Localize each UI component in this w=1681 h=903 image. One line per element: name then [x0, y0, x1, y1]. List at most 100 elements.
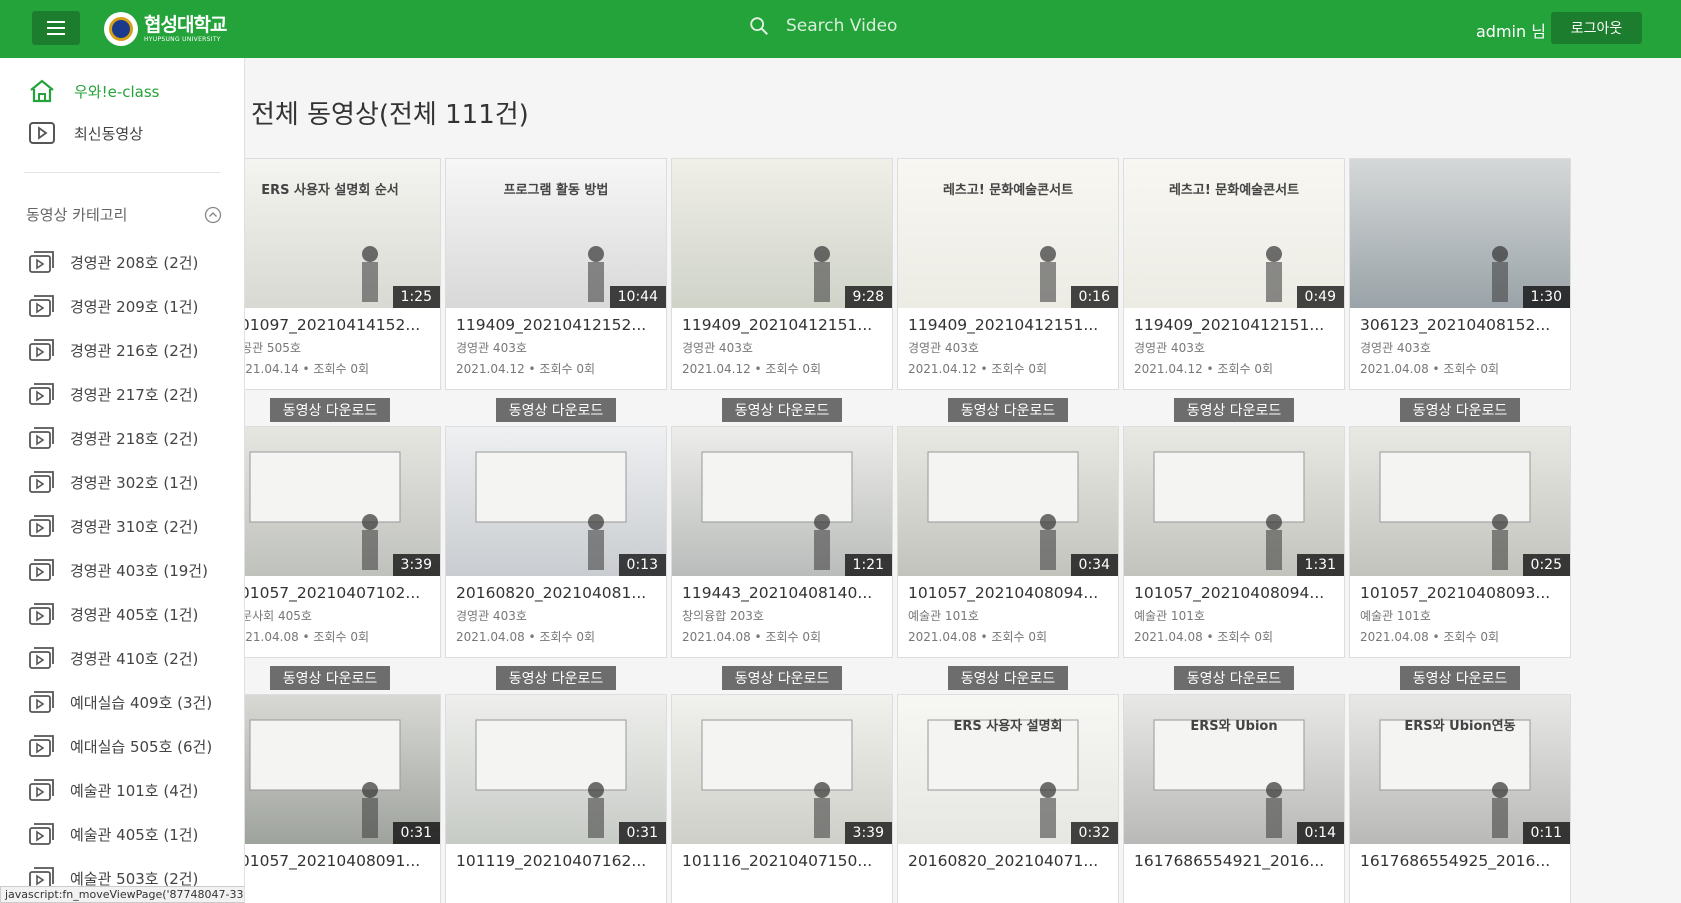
video-meta: 2021.04.08 • 조회수 0회: [1360, 630, 1500, 644]
sidebar-category-item[interactable]: 경영관 405호 (1건): [28, 592, 212, 636]
video-title[interactable]: 101097_20210414152...: [245, 316, 430, 334]
video-thumbnail[interactable]: 0:31: [446, 695, 666, 844]
sidebar-category-item[interactable]: 경영관 310호 (2건): [28, 504, 212, 548]
sidebar-category-item[interactable]: 경영관 403호 (19건): [28, 548, 212, 592]
video-thumbnail[interactable]: 0:34: [898, 427, 1118, 576]
video-title[interactable]: 306123_20210408152...: [1360, 316, 1560, 334]
sidebar-category-item[interactable]: 예술관 101호 (4건): [28, 768, 212, 812]
video-thumbnail[interactable]: ERS 사용자 설명회 순서 1:25: [245, 159, 440, 308]
download-button[interactable]: 동영상 다운로드: [270, 398, 390, 422]
video-thumbnail[interactable]: 0:13: [446, 427, 666, 576]
video-card-body[interactable]: 3:39 101057_20210407102... 인문사회 405호 2021.0…: [245, 426, 441, 658]
download-button[interactable]: 동영상 다운로드: [1400, 398, 1520, 422]
video-card-body[interactable]: ERS와 Ubion연동 0:11 1617686554925_2016...: [1349, 694, 1571, 903]
video-title[interactable]: 101116_20210407150...: [682, 852, 882, 870]
video-title[interactable]: 101057_20210408094...: [908, 584, 1108, 602]
category-header[interactable]: 동영상 카테고리: [26, 204, 222, 225]
video-thumbnail[interactable]: 프로그램 활동 방법 10:44: [446, 159, 666, 308]
video-title[interactable]: 20160820_202104081...: [456, 584, 656, 602]
video-card-body[interactable]: 레츠고! 문화예술콘서트 0:16 119409_20210412151... 경영관…: [897, 158, 1119, 390]
video-thumbnail[interactable]: 레츠고! 문화예술콘서트 0:49: [1124, 159, 1344, 308]
video-title[interactable]: 101119_20210407162...: [456, 852, 656, 870]
sidebar-category-item[interactable]: 예술관 405호 (1건): [28, 812, 212, 856]
video-card-body[interactable]: 프로그램 활동 방법 10:44 119409_20210412152... 경영관 …: [445, 158, 667, 390]
sidebar-category-item[interactable]: 경영관 216호 (2건): [28, 328, 212, 372]
video-title[interactable]: 119443_20210408140...: [682, 584, 882, 602]
university-logo[interactable]: 협성대학교 HYUPSUNG UNIVERSITY: [104, 12, 227, 46]
video-meta: 2021.04.08 • 조회수 0회: [1360, 362, 1500, 376]
download-button[interactable]: 동영상 다운로드: [496, 398, 616, 422]
download-button[interactable]: 동영상 다운로드: [1400, 666, 1520, 690]
video-title[interactable]: 1617686554925_2016...: [1360, 852, 1560, 870]
video-card-body[interactable]: 0:34 101057_20210408094... 예술관 101호 2021.04…: [897, 426, 1119, 658]
sidebar-category-item[interactable]: 경영관 218호 (2건): [28, 416, 212, 460]
sidebar-category-item[interactable]: 경영관 410호 (2건): [28, 636, 212, 680]
search-icon[interactable]: [748, 15, 770, 37]
download-button[interactable]: 동영상 다운로드: [1174, 398, 1294, 422]
video-card-body[interactable]: ERS와 Ubion 0:14 1617686554921_2016...: [1123, 694, 1345, 903]
logout-button[interactable]: 로그아웃: [1551, 12, 1642, 44]
video-title[interactable]: 101057_20210408094...: [1134, 584, 1334, 602]
menu-icon[interactable]: [32, 11, 80, 45]
category-label: 경영관 208호 (2건): [70, 253, 199, 272]
video-thumbnail[interactable]: 0:25: [1350, 427, 1570, 576]
video-card-body[interactable]: 9:28 119409_20210412151... 경영관 403호 2021.04…: [671, 158, 893, 390]
video-thumbnail[interactable]: 1:21: [672, 427, 892, 576]
sidebar-category-item[interactable]: 경영관 302호 (1건): [28, 460, 212, 504]
download-button[interactable]: 동영상 다운로드: [722, 666, 842, 690]
video-card: 레츠고! 문화예술콘서트 0:16 119409_20210412151... 경영관…: [897, 158, 1119, 422]
video-card-body[interactable]: 1:30 306123_20210408152... 경영관 403호 2021.04…: [1349, 158, 1571, 390]
sidebar-item-home[interactable]: 우와!e-class: [28, 78, 160, 104]
video-card-body[interactable]: 1:21 119443_20210408140... 창의융합 203호 2021.0…: [671, 426, 893, 658]
video-thumbnail[interactable]: 1:30: [1350, 159, 1570, 308]
video-card-body[interactable]: 레츠고! 문화예술콘서트 0:49 119409_20210412151... 경영관…: [1123, 158, 1345, 390]
download-button[interactable]: 동영상 다운로드: [270, 666, 390, 690]
video-location: 경영관 403호: [682, 341, 753, 355]
video-card-body[interactable]: 0:13 20160820_202104081... 경영관 403호 2021.04…: [445, 426, 667, 658]
video-card-body[interactable]: 1:31 101057_20210408094... 예술관 101호 2021.04…: [1123, 426, 1345, 658]
video-title[interactable]: 101057_20210408091...: [245, 852, 430, 870]
sidebar-category-item[interactable]: 경영관 217호 (2건): [28, 372, 212, 416]
video-thumbnail[interactable]: ERS와 Ubion 0:14: [1124, 695, 1344, 844]
video-title[interactable]: 119409_20210412152...: [456, 316, 656, 334]
video-title[interactable]: 20160820_202104071...: [908, 852, 1108, 870]
video-thumbnail[interactable]: 1:31: [1124, 427, 1344, 576]
video-card-body[interactable]: 3:39 101116_20210407150...: [671, 694, 893, 903]
video-title[interactable]: 119409_20210412151...: [908, 316, 1108, 334]
video-location: 인문사회 405호: [245, 609, 312, 623]
video-thumbnail[interactable]: 3:39: [245, 427, 440, 576]
sidebar-category-item[interactable]: 경영관 208호 (2건): [28, 240, 212, 284]
video-title[interactable]: 101057_20210407102...: [245, 584, 430, 602]
sidebar-category-item[interactable]: 예대실습 505호 (6건): [28, 724, 212, 768]
video-thumbnail[interactable]: ERS 사용자 설명회 0:32: [898, 695, 1118, 844]
video-thumbnail[interactable]: 3:39: [672, 695, 892, 844]
duration-badge: 0:34: [1070, 554, 1118, 576]
video-folder-icon: [29, 735, 54, 757]
video-title[interactable]: 119409_20210412151...: [1134, 316, 1334, 334]
video-title[interactable]: 1617686554921_2016...: [1134, 852, 1334, 870]
download-button[interactable]: 동영상 다운로드: [948, 666, 1068, 690]
video-card-body[interactable]: 0:25 101057_20210408093... 예술관 101호 2021.04…: [1349, 426, 1571, 658]
sidebar-item-recent[interactable]: 최신동영상: [28, 121, 143, 145]
download-button[interactable]: 동영상 다운로드: [1174, 666, 1294, 690]
video-thumbnail[interactable]: ERS와 Ubion연동 0:11: [1350, 695, 1570, 844]
video-title[interactable]: 119409_20210412151...: [682, 316, 882, 334]
video-thumbnail[interactable]: 레츠고! 문화예술콘서트 0:16: [898, 159, 1118, 308]
video-card-body[interactable]: 0:31 101057_20210408091...: [245, 694, 441, 903]
video-card-body[interactable]: 0:31 101119_20210407162...: [445, 694, 667, 903]
search-input[interactable]: [786, 16, 1046, 36]
download-button[interactable]: 동영상 다운로드: [722, 398, 842, 422]
video-card-body[interactable]: ERS 사용자 설명회 0:32 20160820_202104071...: [897, 694, 1119, 903]
sidebar-category-item[interactable]: 예대실습 409호 (3건): [28, 680, 212, 724]
sidebar-category-item[interactable]: 경영관 209호 (1건): [28, 284, 212, 328]
video-thumbnail[interactable]: 9:28: [672, 159, 892, 308]
video-card-body[interactable]: ERS 사용자 설명회 순서 1:25 101097_20210414152... 이…: [245, 158, 441, 390]
category-label: 경영관 209호 (1건): [70, 297, 199, 316]
download-button[interactable]: 동영상 다운로드: [948, 398, 1068, 422]
video-thumbnail[interactable]: 0:31: [245, 695, 440, 844]
download-button[interactable]: 동영상 다운로드: [496, 666, 616, 690]
duration-badge: 0:11: [1522, 822, 1570, 844]
video-card: 3:39 101116_20210407150...: [671, 694, 893, 903]
video-title[interactable]: 101057_20210408093...: [1360, 584, 1560, 602]
chevron-up-icon[interactable]: [204, 206, 222, 224]
